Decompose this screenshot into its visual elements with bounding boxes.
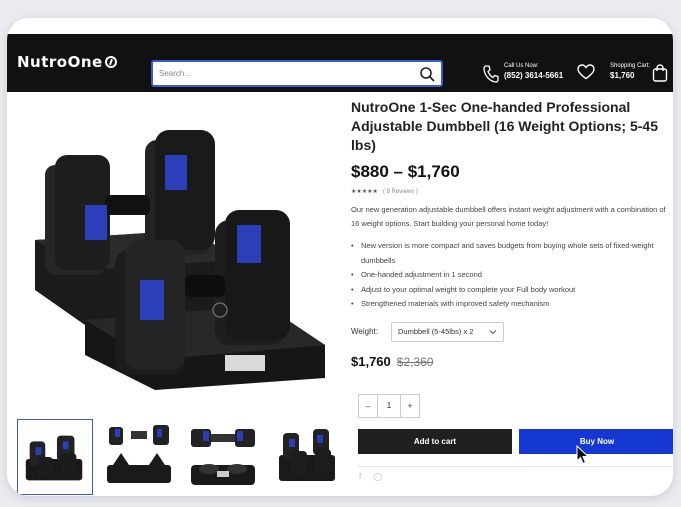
whatsapp-icon[interactable]: ◯ (373, 472, 382, 481)
logo-text: NutroOne (17, 53, 103, 71)
feature-item: One-handed adjustment in 1 second (351, 268, 666, 283)
heart-icon[interactable] (577, 64, 595, 80)
thumbnail-2[interactable] (101, 419, 177, 495)
quantity-decrease-button[interactable]: – (359, 401, 377, 411)
product-description: Our new generation adjustable dumbbell o… (351, 205, 666, 228)
original-price: $2,360 (396, 354, 434, 369)
thumbnail-3[interactable] (185, 419, 261, 495)
chevron-down-icon (489, 329, 497, 334)
rating-row: ★★★★★ ( 9 Reviews ) (351, 188, 666, 196)
site-logo[interactable]: NutroOne (17, 53, 117, 71)
facebook-icon[interactable]: f (359, 472, 361, 481)
shopping-cart-block[interactable]: Shopping Cart: $1,760 (610, 63, 650, 80)
product-title: NutroOne 1-Sec One-handed Professional A… (351, 99, 658, 153)
product-main-image (35, 130, 325, 390)
weight-select[interactable]: Dumbbell (5-45lbs) x 2 (391, 321, 504, 342)
browser-frame: NutroOne Call Us Now: (852) 3614-5661 Sh… (7, 18, 673, 496)
weight-select-value: Dumbbell (5-45lbs) x 2 (398, 327, 474, 336)
search-bar (151, 60, 443, 87)
mouse-cursor-icon (576, 445, 590, 465)
feature-list: New version is more compact and saves bu… (351, 239, 666, 312)
weight-label: Weight: (351, 327, 378, 336)
product-thumbnails (15, 419, 345, 496)
search-icon[interactable] (419, 66, 435, 82)
cart-value: $1,760 (610, 71, 635, 80)
feature-item: Adjust to your optimal weight to complet… (351, 283, 666, 298)
price-row: $1,760 $2,360 (351, 354, 666, 369)
divider (358, 466, 673, 467)
quantity-stepper: – 1 + (358, 394, 420, 418)
reviews-link[interactable]: ( 9 Reviews ) (383, 189, 418, 195)
logo-mark-icon (104, 56, 117, 68)
shopping-bag-icon[interactable] (652, 64, 668, 82)
thumbnail-1[interactable] (17, 419, 93, 495)
cart-label: Shopping Cart: (610, 63, 651, 69)
rating-stars: ★★★★★ (351, 189, 378, 195)
product-info: NutroOne 1-Sec One-handed Professional A… (351, 98, 673, 481)
call-number: (852) 3614-5661 (504, 71, 564, 80)
share-links: f ◯ (359, 472, 382, 481)
quantity-input[interactable]: 1 (377, 395, 401, 417)
feature-item: Strengthened materials with improved saf… (351, 297, 666, 312)
buy-now-button[interactable]: Buy Now (519, 429, 673, 454)
price-range: $880 – $1,760 (351, 162, 460, 181)
site-header: NutroOne Call Us Now: (852) 3614-5661 Sh… (7, 34, 673, 92)
quantity-increase-button[interactable]: + (401, 401, 419, 411)
add-to-cart-button[interactable]: Add to cart (358, 429, 512, 454)
current-price: $1,760 (351, 353, 391, 369)
feature-item: New version is more compact and saves bu… (351, 239, 666, 268)
call-us-block[interactable]: Call Us Now: (852) 3614-5661 (504, 63, 563, 80)
phone-icon[interactable] (483, 65, 499, 83)
search-input[interactable] (159, 62, 409, 85)
weight-row: Weight: Dumbbell (5-45lbs) x 2 (351, 321, 666, 342)
call-label: Call Us Now: (504, 63, 539, 69)
thumbnail-4[interactable] (269, 419, 345, 495)
